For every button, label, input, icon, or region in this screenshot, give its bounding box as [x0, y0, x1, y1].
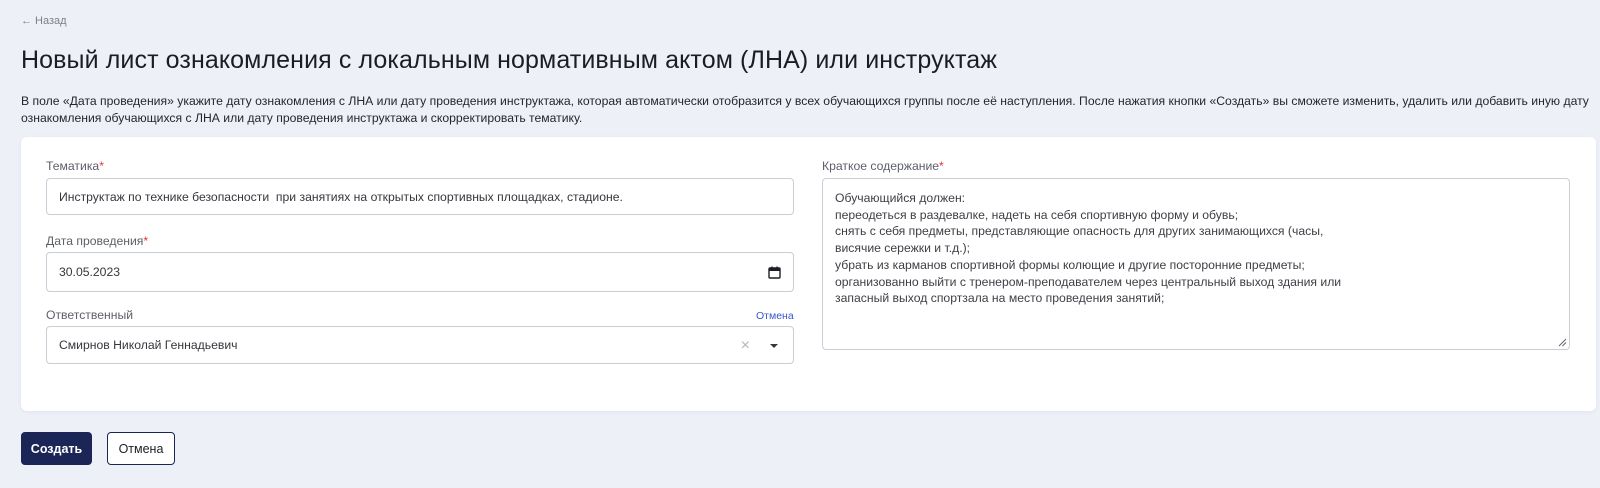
date-input[interactable]: 30.05.2023	[46, 252, 794, 292]
summary-label: Краткое содержание*	[822, 159, 944, 173]
resize-grip-icon[interactable]	[1558, 338, 1567, 347]
summary-line: висячие сережки и т.д.);	[835, 241, 971, 256]
page-title: Новый лист ознакомления с локальным норм…	[21, 46, 998, 74]
summary-line: организованно выйти с тренером-преподава…	[835, 274, 1342, 289]
responsible-label: Ответственный	[46, 308, 134, 322]
date-value: 30.05.2023	[59, 265, 120, 279]
summary-line: переодеться в раздевалке, надеть на себя…	[835, 207, 1239, 222]
required-mark: *	[143, 234, 149, 248]
required-mark: *	[939, 159, 944, 173]
summary-label-text: Краткое содержание	[822, 159, 940, 173]
date-label-text: Дата проведения	[46, 234, 144, 248]
topic-label: Тематика*	[46, 159, 104, 173]
responsible-select[interactable]: Смирнов Николай Геннадьевич ×	[46, 326, 794, 364]
summary-line: снять с себя предметы, представляющие оп…	[835, 224, 1324, 239]
summary-line: Обучающийся должен:	[835, 191, 966, 205]
chevron-down-icon[interactable]	[770, 344, 778, 348]
cancel-button[interactable]: Отмена	[107, 432, 175, 465]
summary-textarea[interactable]: Обучающийся должен: переодеться в раздев…	[822, 178, 1570, 350]
summary-line: запасный выход спортзала на место провед…	[835, 291, 1165, 306]
create-button[interactable]: Создать	[21, 432, 92, 465]
topic-label-text: Тематика	[46, 159, 100, 173]
clear-icon[interactable]: ×	[741, 337, 750, 355]
topic-value: Инструктаж по технике безопасности при з…	[59, 189, 623, 204]
responsible-value: Смирнов Николай Геннадьевич	[59, 338, 238, 352]
calendar-icon[interactable]	[768, 266, 781, 279]
topic-input[interactable]: Инструктаж по технике безопасности при з…	[46, 178, 794, 215]
responsible-cancel-link[interactable]: Отмена	[756, 310, 794, 322]
back-link[interactable]: ← Назад	[21, 15, 67, 27]
intro-text: В поле «Дата проведения» укажите дату оз…	[21, 94, 1589, 125]
required-mark: *	[99, 159, 104, 173]
back-label: Назад	[35, 15, 67, 27]
form-card: Тематика* Инструктаж по технике безопасн…	[21, 137, 1596, 411]
summary-line: убрать из карманов спортивной формы колю…	[835, 257, 1305, 272]
date-label: Дата проведения*	[46, 234, 148, 248]
arrow-left-icon: ←	[21, 15, 32, 27]
